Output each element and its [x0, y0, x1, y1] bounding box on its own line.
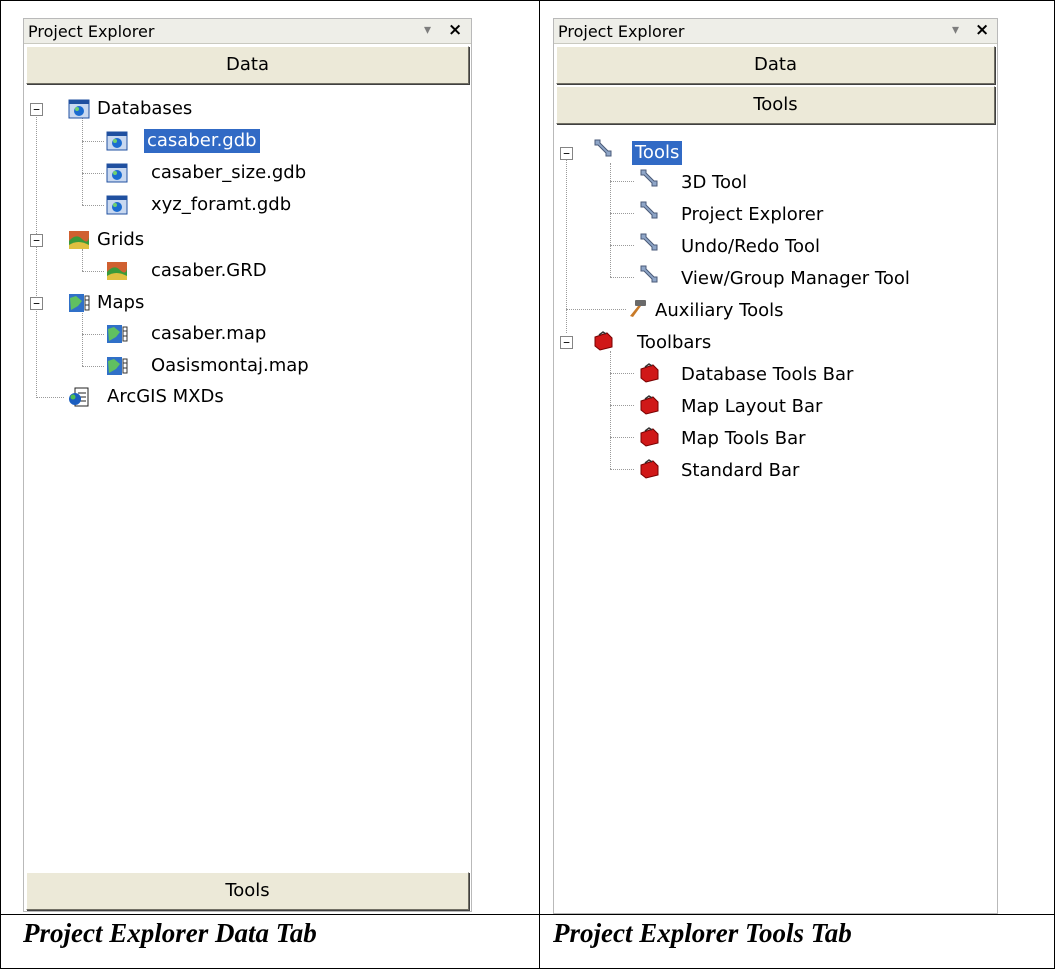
tree-line — [610, 181, 634, 182]
collapse-toggle[interactable]: − — [30, 234, 43, 247]
toolbox-icon — [640, 427, 659, 447]
tree-line — [610, 437, 634, 438]
arcgis-document-icon — [69, 387, 89, 407]
tab-tools[interactable]: Tools — [556, 86, 995, 124]
tree-line — [82, 334, 104, 335]
tree-item-auxiliary-tools[interactable]: Auxiliary Tools — [652, 299, 787, 323]
column-divider — [539, 0, 540, 969]
tree-item-xyz-foramt-gdb[interactable]: xyz_foramt.gdb — [148, 193, 294, 217]
collapse-toggle[interactable]: − — [30, 103, 43, 116]
tree-item-maps[interactable]: Maps — [94, 291, 147, 315]
tree-item-map-layout-bar[interactable]: Map Layout Bar — [678, 395, 825, 419]
collapse-toggle[interactable]: − — [560, 336, 573, 349]
tree-item-databases[interactable]: Databases — [94, 97, 195, 121]
grid-icon — [69, 231, 89, 249]
tree-line — [610, 213, 634, 214]
wrench-icon — [594, 139, 612, 157]
tree-item-map-tools-bar[interactable]: Map Tools Bar — [678, 427, 809, 451]
tab-data[interactable]: Data — [556, 46, 995, 84]
database-folder-icon — [68, 99, 90, 119]
toolbox-icon — [640, 363, 659, 383]
tree-item-grids[interactable]: Grids — [94, 228, 147, 252]
project-explorer-tools-panel: Project Explorer ▾ × Data Tools − Tools … — [553, 18, 998, 914]
close-icon[interactable]: × — [975, 20, 989, 40]
wrench-icon — [640, 169, 658, 187]
map-icon — [107, 357, 128, 375]
toolbox-icon — [640, 395, 659, 415]
tab-tools[interactable]: Tools — [26, 872, 469, 910]
tree-line — [610, 245, 634, 246]
tree-line — [610, 277, 634, 278]
tree-line — [610, 373, 634, 374]
wrench-icon — [640, 201, 658, 219]
database-icon — [106, 195, 128, 215]
tree-line — [82, 205, 104, 206]
tab-data[interactable]: Data — [26, 46, 469, 84]
tree-item-database-tools-bar[interactable]: Database Tools Bar — [678, 363, 856, 387]
tree-item-view-group-manager-tool[interactable]: View/Group Manager Tool — [678, 267, 913, 291]
tree-item-toolbars[interactable]: Toolbars — [634, 331, 714, 355]
tree-line — [566, 309, 626, 310]
map-icon — [69, 294, 90, 312]
tree-item-undo-redo-tool[interactable]: Undo/Redo Tool — [678, 235, 823, 259]
tree-line — [610, 351, 611, 469]
tree-item-casaber-size-gdb[interactable]: casaber_size.gdb — [148, 161, 309, 185]
tree-line — [610, 469, 634, 470]
pin-dropdown-icon[interactable]: ▾ — [424, 22, 431, 38]
wrench-icon — [640, 233, 658, 251]
tree-line — [82, 117, 83, 205]
tree-item-3d-tool[interactable]: 3D Tool — [678, 171, 750, 195]
tools-tree: − Tools 3D Tool Project Explorer Undo/Re… — [554, 131, 997, 891]
panel-titlebar: Project Explorer ▾ × — [554, 19, 997, 44]
map-icon — [107, 325, 128, 343]
tree-line — [82, 249, 83, 271]
caption-data-tab: Project Explorer Data Tab — [23, 918, 317, 948]
toolbox-icon — [594, 331, 613, 351]
grid-icon — [107, 262, 127, 280]
close-icon[interactable]: × — [448, 20, 462, 40]
tree-item-arcgis-mxds[interactable]: ArcGIS MXDs — [104, 385, 227, 409]
project-explorer-data-panel: Project Explorer ▾ × Data − Databases ca… — [23, 18, 472, 912]
panel-titlebar: Project Explorer ▾ × — [24, 19, 471, 44]
tree-item-tools[interactable]: Tools — [630, 140, 684, 166]
tree-item-oasismontaj-map[interactable]: Oasismontaj.map — [148, 354, 312, 378]
tree-line — [82, 141, 104, 142]
data-tree: − Databases casaber.gdb casaber_size.gdb… — [24, 89, 471, 869]
tree-item-casaber-grd[interactable]: casaber.GRD — [148, 259, 270, 283]
caption-tools-tab: Project Explorer Tools Tab — [553, 918, 852, 948]
panel-title: Project Explorer — [28, 22, 155, 41]
tree-item-project-explorer[interactable]: Project Explorer — [678, 203, 826, 227]
toolbox-icon — [640, 459, 659, 479]
hammer-icon — [630, 300, 646, 317]
tree-item-casaber-gdb[interactable]: casaber.gdb — [143, 128, 261, 154]
pin-dropdown-icon[interactable]: ▾ — [952, 22, 959, 38]
panel-title: Project Explorer — [558, 22, 685, 41]
wrench-icon — [640, 265, 658, 283]
tree-line — [36, 110, 37, 398]
tree-line — [82, 271, 104, 272]
database-icon — [106, 163, 128, 183]
tree-line — [566, 155, 567, 333]
collapse-toggle[interactable]: − — [30, 297, 43, 310]
tree-line — [610, 405, 634, 406]
tree-line — [82, 313, 83, 366]
tree-item-standard-bar[interactable]: Standard Bar — [678, 459, 802, 483]
database-icon — [106, 131, 128, 151]
collapse-toggle[interactable]: − — [560, 147, 573, 160]
caption-divider — [0, 914, 1055, 915]
tree-line — [36, 397, 64, 398]
tree-line — [82, 366, 104, 367]
tree-item-casaber-map[interactable]: casaber.map — [148, 322, 269, 346]
tree-line — [82, 173, 104, 174]
